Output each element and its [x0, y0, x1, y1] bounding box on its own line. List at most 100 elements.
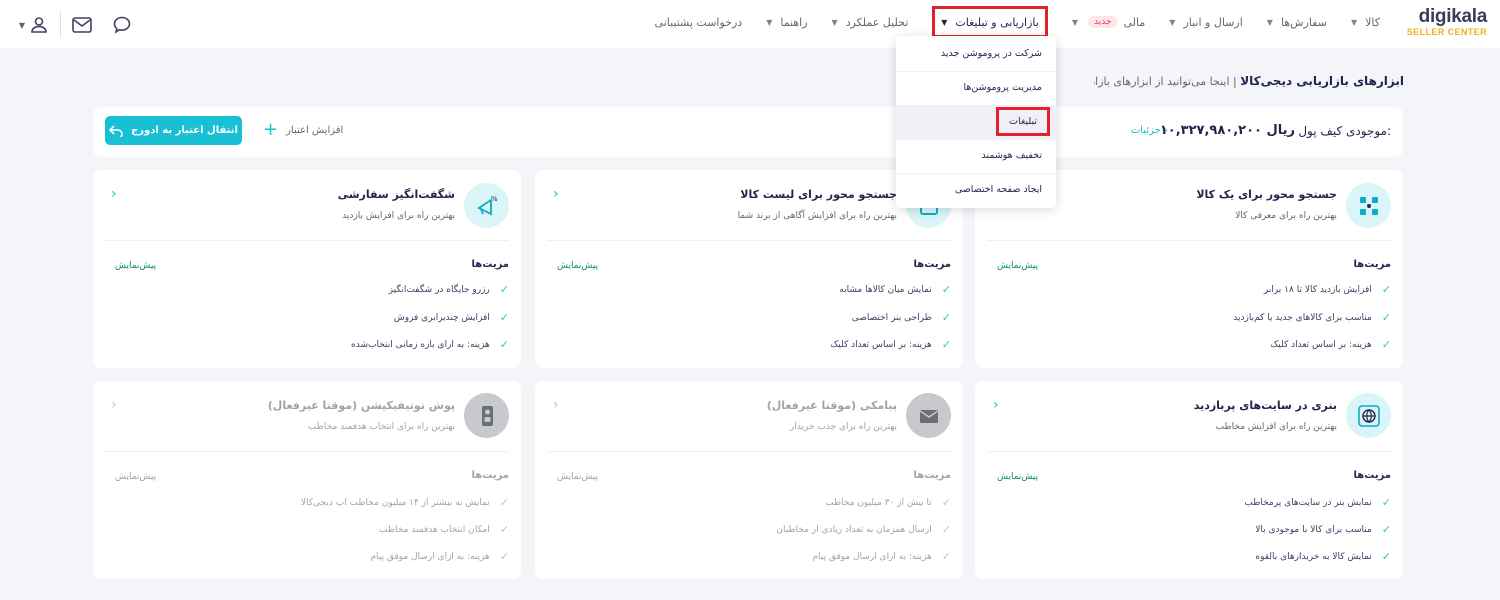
ad-card-banner-sites[interactable]: بنری در سایت‌های پربازدید بهترین راه برا… [975, 381, 1403, 579]
ad-card-sms: پیامکی (موقتا غیرفعال) بهترین راه برای ج… [535, 381, 963, 579]
feature-text: هزینه: به ازای ارسال موفق پیام [370, 551, 490, 562]
check-icon: ✓ [1381, 338, 1391, 351]
menu-item-manage-promotions[interactable]: مدیریت پروموشن‌ها [896, 71, 1056, 105]
feature-text: مناسب برای کالاهای جدید یا کم‌بازدید [1233, 312, 1372, 323]
caret-down-icon[interactable]: ▼ [16, 14, 28, 36]
card-title: جستجو محور برای یک کالا [1196, 188, 1337, 201]
menu-item-smart-discount[interactable]: تخفیف هوشمند [896, 139, 1056, 173]
transfer-credit-label: انتقال اعتبار به ادورج [131, 125, 238, 136]
menu-item-label: ایجاد صفحه اختصاصی [954, 184, 1042, 195]
preview-link[interactable]: پیش‌نمایش [557, 261, 598, 271]
check-icon: ✓ [1381, 550, 1391, 563]
wallet-details-link[interactable]: جزئیات › [1131, 125, 1168, 136]
wallet-bar: موجودی کیف پول: ۱۰,۳۲۷,۹۸۰,۲۰۰ ریال جزئی… [93, 107, 1403, 157]
user-icon[interactable] [28, 14, 50, 36]
add-credit-label: افزایش اعتبار [286, 124, 344, 136]
feature-text: هزینه: بر اساس تعداد کلیک [830, 339, 932, 350]
features-title: مزیت‌ها [913, 259, 951, 270]
feature-item: ✓ طراحی بنر اختصاصی [852, 311, 951, 324]
feature-text: هزینه: به ازای بازه زمانی انتخاب‌شده [351, 339, 490, 350]
feature-item: ✓ نمایش به بیشتر از ۱۴ میلیون مخاطب اپ دی… [301, 496, 509, 509]
features-title: مزیت‌ها [913, 470, 951, 481]
divider [987, 451, 1391, 452]
feature-item: ✓ مناسب برای کالا با موجودی بالا [1255, 523, 1391, 536]
check-icon: ✓ [499, 338, 509, 351]
divider [105, 240, 509, 241]
feature-text: نمایش میان کالاها مشابه [839, 284, 932, 295]
features-title: مزیت‌ها [471, 470, 509, 481]
ad-card-custom-amazing[interactable]: % شگفت‌انگیز سفارشی بهترین راه برای افزا… [93, 170, 521, 368]
nav-item-orders[interactable]: سفارش‌ها ▼ [1267, 16, 1327, 29]
caret-down-icon: ▼ [1169, 17, 1176, 27]
divider [105, 451, 509, 452]
card-title: پیامکی (موقتا غیرفعال) [766, 399, 897, 412]
chat-icon[interactable] [111, 14, 133, 36]
caret-down-icon: ▼ [1266, 17, 1273, 27]
phone-icon [464, 393, 509, 438]
preview-link[interactable]: پیش‌نمایش [997, 261, 1038, 271]
transfer-credit-button[interactable]: انتقال اعتبار به ادورج [105, 116, 242, 145]
features-title: مزیت‌ها [1353, 470, 1391, 481]
feature-item: ✓ هزینه: بر اساس تعداد کلیک [830, 338, 951, 351]
logo-sub: SELLER CENTER [1406, 27, 1487, 37]
feature-text: افزایش بازدید کالا تا ۱۸ برابر [1263, 284, 1372, 295]
feature-text: نمایش بنر در سایت‌های پرمخاطب [1244, 497, 1372, 508]
feature-item: ✓ هزینه: به ازای ارسال موفق پیام [370, 550, 509, 563]
preview-link: پیش‌نمایش [115, 472, 157, 482]
nav-item-label: بازاریابی و تبلیغات [955, 15, 1039, 29]
feature-item: ✓ هزینه: بر اساس تعداد کلیک [1270, 338, 1391, 351]
nav-item-finance[interactable]: مالی جدید ▼ [1072, 16, 1145, 29]
nav-item-marketing[interactable]: بازاریابی و تبلیغات ▼ [932, 6, 1048, 38]
menu-item-join-promotion[interactable]: شرکت در پروموشن جدید [896, 37, 1056, 71]
svg-text:%: % [491, 195, 498, 203]
feature-text: ارسال همزمان به تعداد زیادی از مخاطبان [776, 524, 932, 535]
feature-item: ✓ هزینه: به ازای بازه زمانی انتخاب‌شده [351, 338, 509, 351]
nav-item-support[interactable]: درخواست پشتیبانی [655, 16, 743, 29]
check-icon: ✓ [941, 550, 951, 563]
add-credit-button[interactable]: + افزایش اعتبار [263, 121, 344, 139]
divider [60, 12, 61, 38]
nav-item-help[interactable]: راهنما ▼ [766, 16, 807, 29]
check-icon: ✓ [1381, 311, 1391, 324]
ad-card-push-notification: پوش نوتیفیکیشن (موقتا غیرفعال) بهترین را… [93, 381, 521, 579]
menu-item-label: مدیریت پروموشن‌ها [963, 82, 1042, 93]
feature-text: هزینه: به ازای ارسال موفق پیام [812, 551, 932, 562]
chevron-right-icon[interactable]: › [553, 186, 559, 202]
nav-item-analytics[interactable]: تحلیل عملکرد ▼ [832, 16, 909, 29]
feature-item: ✓ نمایش بنر در سایت‌های پرمخاطب [1244, 496, 1391, 509]
chevron-right-icon: › [111, 397, 117, 413]
chevron-right-icon[interactable]: › [111, 186, 117, 202]
card-title: شگفت‌انگیز سفارشی [337, 188, 455, 201]
caret-down-icon: ▼ [1350, 17, 1358, 27]
megaphone-icon: % [464, 183, 509, 228]
nav-item-label: درخواست پشتیبانی [654, 15, 743, 29]
menu-item-custom-page[interactable]: ایجاد صفحه اختصاصی [896, 173, 1056, 207]
feature-item: ✓ نمایش میان کالاها مشابه [839, 283, 951, 296]
menu-item-label: شرکت در پروموشن جدید [940, 48, 1042, 59]
header-actions: ▼ [16, 12, 133, 38]
chevron-right-icon[interactable]: › [993, 397, 999, 413]
logo[interactable]: digikala SELLER CENTER [1406, 7, 1488, 38]
menu-item-advertising[interactable]: تبلیغات [896, 105, 1056, 139]
nav-item-label: مالی [1123, 15, 1146, 29]
nav-item-products[interactable]: کالا ▼ [1351, 16, 1380, 29]
page-title: ابزارهای بازاریابی دیجی‌کالا | اینجا می‌… [1094, 74, 1404, 88]
card-title: بنری در سایت‌های پربازدید [1193, 399, 1337, 412]
features-title: مزیت‌ها [1353, 259, 1391, 270]
preview-link[interactable]: پیش‌نمایش [115, 261, 156, 271]
page-description: اینجا می‌توانید از ابزارهای بازاریابی دی… [1094, 75, 1230, 88]
nav-item-label: کالا [1365, 15, 1380, 29]
preview-link[interactable]: پیش‌نمایش [997, 472, 1038, 482]
nav-item-shipping[interactable]: ارسال و انبار ▼ [1169, 16, 1243, 29]
card-title: پوش نوتیفیکیشن (موقتا غیرفعال) [267, 399, 455, 412]
feature-item: ✓ افزایش چندبرابری فروش [394, 311, 509, 324]
card-subtitle: بهترین راه برای جذب خریدار [789, 422, 897, 432]
nav-item-label: تحلیل عملکرد [845, 15, 909, 29]
top-bar: digikala SELLER CENTER کالا ▼ سفارش‌ها ▼… [0, 0, 1500, 48]
card-subtitle: بهترین راه برای افزایش مخاطب [1215, 422, 1337, 432]
mail-icon[interactable] [71, 14, 93, 36]
menu-item-label: تخفیف هوشمند [981, 150, 1042, 161]
caret-down-icon: ▼ [766, 17, 773, 27]
feature-item: ✓ هزینه: به ازای ارسال موفق پیام [812, 550, 951, 563]
check-icon: ✓ [1381, 523, 1391, 536]
